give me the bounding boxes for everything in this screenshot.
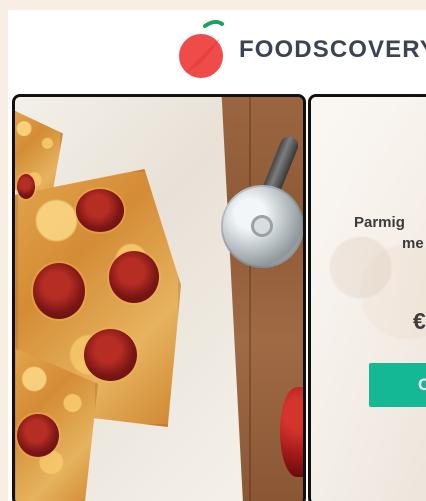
cta-button[interactable]: C: [369, 363, 426, 407]
price: €: [413, 308, 426, 334]
pizza-cutter-hub: [251, 215, 273, 237]
ad-frame: FOODSCOVERY Parmig me € C: [8, 10, 426, 501]
tomato-topping: [84, 329, 137, 381]
tomato-topping: [17, 414, 59, 457]
product-title: Parmig me: [354, 212, 426, 254]
cheese-background: [311, 97, 426, 501]
food-image-card[interactable]: [12, 94, 306, 501]
tomato-topping: [17, 174, 35, 199]
tomato-logo-icon: [179, 19, 224, 78]
tomato-topping: [33, 263, 85, 319]
tomato-topping: [109, 251, 159, 303]
product-title-line: me: [402, 235, 424, 252]
tomato-topping: [76, 189, 124, 232]
tomato-fruit: [280, 387, 303, 477]
header: FOODSCOVERY: [8, 10, 426, 94]
brand-name: FOODSCOVERY: [239, 36, 426, 63]
product-card[interactable]: Parmig me € C: [308, 94, 426, 501]
product-title-line: Parmig: [354, 214, 405, 231]
